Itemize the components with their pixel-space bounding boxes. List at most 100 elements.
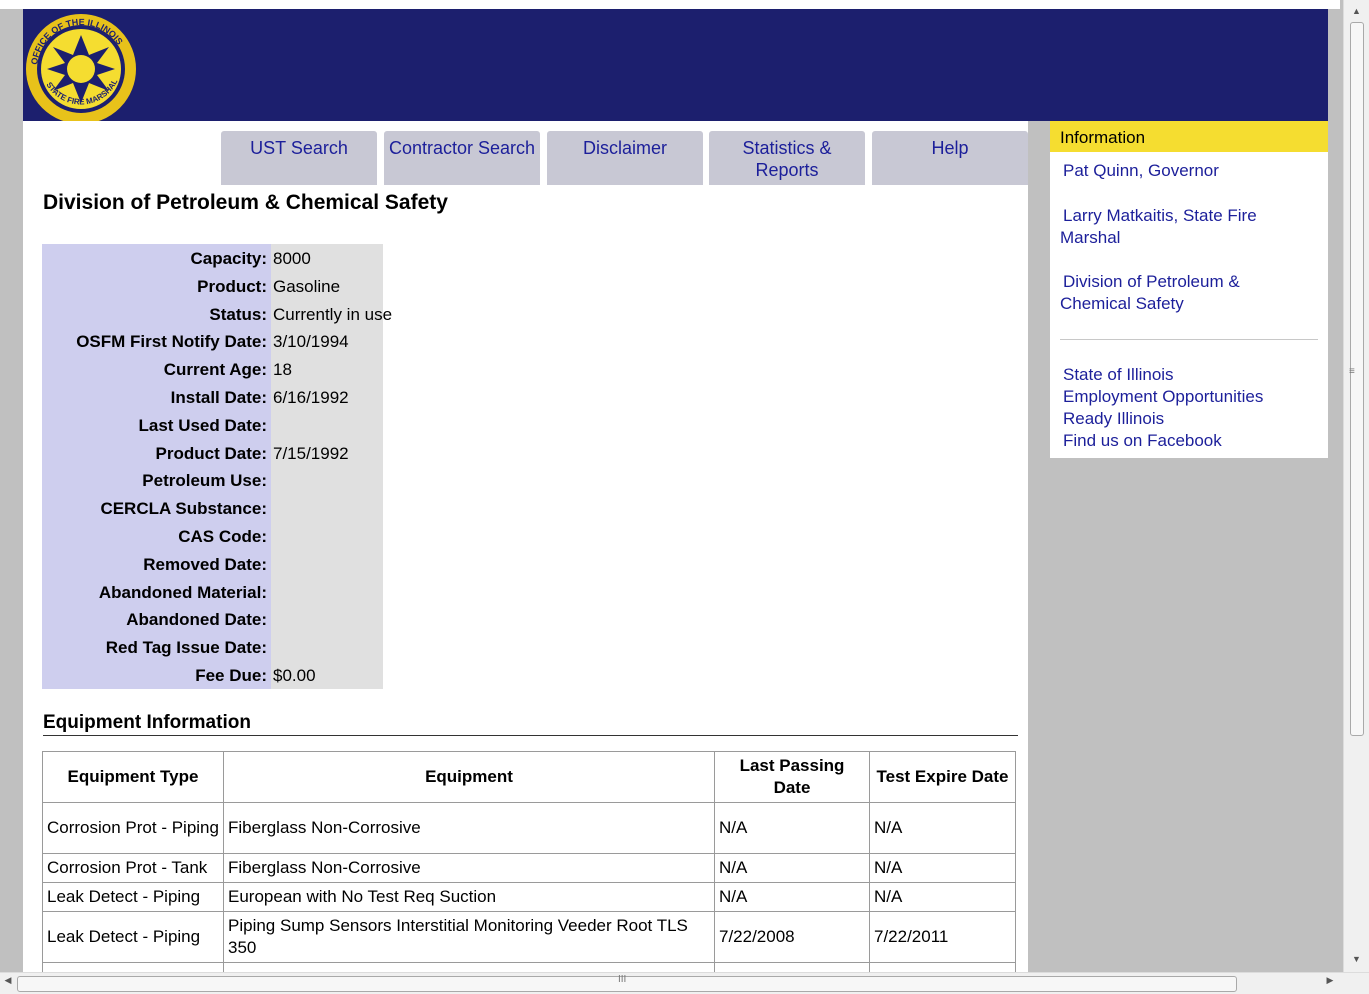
detail-label: Product: xyxy=(197,276,267,296)
detail-value: $0.00 xyxy=(273,666,316,685)
main-content: UST Search Contractor Search Disclaimer … xyxy=(23,121,1028,972)
cell-test-expire-date: N/A xyxy=(869,853,1016,883)
fire-marshal-seal-logo[interactable]: OFFICE OF THE ILLINOIS STATE FIRE MARSHA… xyxy=(23,11,139,127)
cell-equipment-type: Leak Detect - Piping xyxy=(42,882,224,912)
detail-label: Capacity: xyxy=(190,249,267,268)
info-sidebar: Information Pat Quinn, Governor Larry Ma… xyxy=(1050,121,1328,458)
scroll-grip-icon: ≡ xyxy=(1349,366,1355,377)
table-header-row: Equipment Type Equipment Last Passing Da… xyxy=(42,751,1016,803)
detail-label: Fee Due: xyxy=(195,666,267,685)
detail-label: Petroleum Use: xyxy=(142,471,267,491)
detail-label: Removed Date: xyxy=(143,554,267,574)
detail-label: Abandoned Material: xyxy=(98,582,267,602)
detail-row: OSFM First Notify Date: 3/10/1994 xyxy=(42,328,383,356)
sidebar-link-division[interactable]: Division of Petroleum & Chemical Safety xyxy=(1060,271,1290,315)
cell-last-passing-date: N/A xyxy=(714,853,870,883)
detail-label: Status: xyxy=(209,304,267,324)
tab-disclaimer[interactable]: Disclaimer xyxy=(547,131,703,185)
equipment-table: Equipment Type Equipment Last Passing Da… xyxy=(42,751,1016,972)
cell-last-passing-date: N/A xyxy=(714,882,870,912)
detail-row: Product: Gasoline xyxy=(42,273,383,301)
cell-empty xyxy=(869,962,1016,972)
cell-empty xyxy=(42,962,224,972)
cell-equipment: Fiberglass Non-Corrosive xyxy=(223,853,715,883)
detail-value: Currently in use xyxy=(273,304,393,324)
vertical-scroll-thumb[interactable] xyxy=(1350,22,1364,736)
horizontal-scrollbar[interactable]: ◀ III ▶ xyxy=(0,972,1369,994)
sidebar-heading: Information xyxy=(1050,121,1328,152)
detail-row: Removed Date: xyxy=(42,551,383,579)
tank-details: Capacity: 8000 Product: Gasoline Status: Curr… xyxy=(42,244,392,690)
detail-row: Install Date: 6/16/1992 xyxy=(42,384,383,412)
top-strip xyxy=(0,0,1340,9)
detail-value: 7/15/1992 xyxy=(273,443,349,463)
cell-empty xyxy=(714,962,870,972)
sidebar-link-state-of-illinois[interactable]: State of Illinois xyxy=(1063,364,1174,386)
horizontal-scroll-thumb[interactable] xyxy=(17,976,1237,992)
sidebar-link-ready-illinois[interactable]: Ready Illinois xyxy=(1063,408,1164,430)
cell-equipment-type: Corrosion Prot - Tank xyxy=(42,853,224,883)
detail-label: Current Age: xyxy=(163,360,267,380)
scroll-right-arrow-icon[interactable]: ▶ xyxy=(1322,975,1338,986)
section-divider xyxy=(43,735,1018,736)
detail-label: Last Used Date: xyxy=(138,415,267,435)
detail-label: OSFM First Notify Date: xyxy=(76,332,267,352)
tab-statistics-reports[interactable]: Statistics & Reports xyxy=(709,131,865,185)
table-row: Leak Detect - Piping European with No Te… xyxy=(42,882,1016,912)
detail-label: Install Date: xyxy=(170,388,267,407)
detail-row: Abandoned Date: xyxy=(42,606,383,634)
cell-empty xyxy=(223,962,715,972)
table-row: Leak Detect - Piping Piping Sump Sensors… xyxy=(42,911,1016,963)
detail-row: Current Age: 18 xyxy=(42,356,383,384)
table-row-partial xyxy=(42,962,1016,972)
scroll-left-arrow-icon[interactable]: ◀ xyxy=(0,975,16,986)
cell-test-expire-date: 7/22/2011 xyxy=(869,911,1016,963)
col-header-equipment: Equipment xyxy=(223,751,715,803)
site-header: OFFICE OF THE ILLINOIS STATE FIRE MARSHA… xyxy=(23,9,1328,126)
cell-test-expire-date: N/A xyxy=(869,882,1016,912)
detail-row: Last Used Date: xyxy=(42,412,383,440)
detail-row: Petroleum Use: xyxy=(42,467,383,495)
detail-label: Red Tag Issue Date: xyxy=(105,638,267,658)
detail-value: 18 xyxy=(273,360,292,380)
cell-equipment-type: Corrosion Prot - Piping xyxy=(42,802,224,854)
detail-row: Red Tag Issue Date: xyxy=(42,634,383,662)
scroll-grip-icon: III xyxy=(618,974,627,985)
sidebar-divider xyxy=(1060,339,1318,340)
sidebar-link-fire-marshal[interactable]: Larry Matkaitis, State Fire Marshal xyxy=(1060,205,1300,249)
vertical-scrollbar[interactable]: ▲ ≡ ▼ xyxy=(1343,0,1369,972)
tab-help[interactable]: Help xyxy=(872,131,1028,185)
detail-value: 6/16/1992 xyxy=(273,388,349,407)
cell-equipment-type: Leak Detect - Piping xyxy=(42,911,224,963)
table-row: Corrosion Prot - Tank Fiberglass Non-Cor… xyxy=(42,853,1016,883)
page-title: Division of Petroleum & Chemical Safety xyxy=(43,191,448,214)
col-header-last-passing-date: Last Passing Date xyxy=(714,751,870,803)
col-header-equipment-type: Equipment Type xyxy=(42,751,224,803)
scroll-up-arrow-icon[interactable]: ▲ xyxy=(1344,2,1369,20)
detail-label: Product Date: xyxy=(155,443,267,463)
detail-row: Fee Due: $0.00 xyxy=(42,662,383,690)
cell-last-passing-date: N/A xyxy=(714,802,870,854)
detail-label: Abandoned Date: xyxy=(126,610,267,630)
detail-row: Capacity: 8000 xyxy=(42,245,383,273)
sidebar-link-employment[interactable]: Employment Opportunities xyxy=(1063,386,1263,408)
detail-value: 3/10/1994 xyxy=(273,332,349,352)
sidebar-link-facebook[interactable]: Find us on Facebook xyxy=(1063,430,1222,452)
cell-equipment: Piping Sump Sensors Interstitial Monitor… xyxy=(223,911,715,963)
detail-row: CAS Code: xyxy=(42,523,383,551)
table-row: Corrosion Prot - Piping Fiberglass Non-C… xyxy=(42,802,1016,854)
scroll-down-arrow-icon[interactable]: ▼ xyxy=(1344,950,1369,968)
sidebar-link-governor[interactable]: Pat Quinn, Governor xyxy=(1063,160,1219,182)
detail-row: Status: Currently in use xyxy=(42,301,392,329)
col-header-test-expire-date: Test Expire Date xyxy=(869,751,1016,803)
cell-last-passing-date: 7/22/2008 xyxy=(714,911,870,963)
cell-equipment: Fiberglass Non-Corrosive xyxy=(223,802,715,854)
cell-equipment: European with No Test Req Suction xyxy=(223,882,715,912)
detail-value: Gasoline xyxy=(273,276,341,296)
tab-ust-search[interactable]: UST Search xyxy=(221,131,377,185)
detail-label: CERCLA Substance: xyxy=(100,499,267,519)
detail-row: Abandoned Material: xyxy=(42,579,383,607)
detail-row: Product Date: 7/15/1992 xyxy=(42,440,383,468)
cell-test-expire-date: N/A xyxy=(869,802,1016,854)
tab-contractor-search[interactable]: Contractor Search xyxy=(384,131,540,185)
